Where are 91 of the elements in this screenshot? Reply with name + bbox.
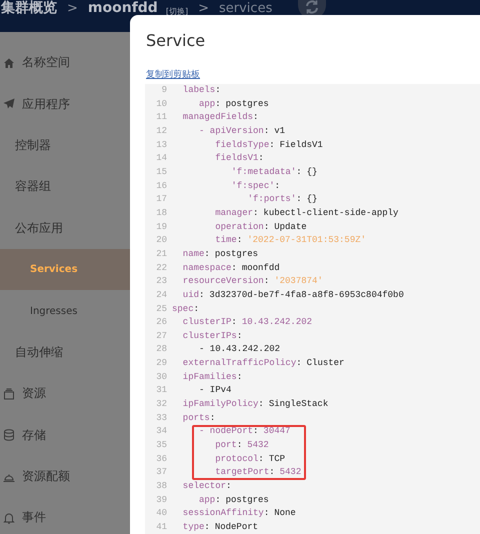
copy-to-clipboard-link[interactable]: 复制到剪贴板	[146, 68, 200, 81]
line-number: 36	[155, 452, 167, 466]
bell-icon	[3, 512, 15, 524]
sidebar-item[interactable]: 名称空间	[0, 42, 130, 84]
line-number: 39	[155, 494, 167, 507]
sidebar-item[interactable]: 容器组	[0, 166, 130, 208]
code-line: clusterIPs:	[182, 330, 244, 343]
code-line: ports:	[182, 412, 216, 425]
sidebar-item[interactable]: 应用程序	[0, 83, 130, 125]
line-number: 9	[160, 84, 167, 97]
line-number: 38	[155, 480, 167, 494]
line-number: 21	[155, 248, 167, 261]
code-line: targetPort: 5432	[214, 466, 302, 480]
db-icon	[3, 429, 15, 442]
sidebar-item[interactable]: 存储	[0, 414, 130, 456]
code-line: - apiVersion: v1	[198, 124, 286, 138]
code-line: clusterIP: 10.43.242.202	[182, 316, 312, 330]
dialog-title: Service	[146, 31, 206, 50]
line-number: 32	[155, 398, 167, 412]
code-line: fieldsV1:	[214, 152, 265, 166]
code-line: - IPv4	[198, 384, 232, 398]
sidebar-item[interactable]: 公布应用	[0, 208, 130, 249]
code-line: namespace: moonfdd	[182, 262, 280, 275]
line-number: 17	[155, 193, 167, 206]
line-number: 41	[155, 521, 167, 534]
box-icon	[3, 388, 15, 400]
line-number: 31	[155, 384, 167, 398]
line-number: 28	[155, 343, 167, 356]
code-line: app: postgres	[198, 494, 269, 507]
code-line: port: 5432	[214, 439, 269, 452]
code-line: labels:	[182, 84, 222, 97]
breadcrumb-separator: >	[198, 1, 209, 16]
line-number: 18	[155, 206, 167, 220]
line-number: 10	[155, 98, 167, 111]
line-number: 19	[155, 220, 167, 234]
sidebar-item[interactable]: 自动伸缩	[0, 332, 130, 374]
line-number: 13	[155, 138, 167, 152]
code-line: resourceVersion: '2037874'	[182, 275, 323, 288]
breadcrumb-item[interactable]: 集群概览	[1, 1, 57, 16]
line-number: 35	[155, 439, 167, 452]
code-line: spec:	[172, 302, 200, 316]
breadcrumb-separator: >	[67, 1, 78, 16]
sidebar-item[interactable]: 资源	[0, 373, 130, 415]
code-line: - nodePort: 30447	[198, 425, 290, 438]
sidebar-item[interactable]: Services	[0, 248, 130, 290]
line-number: 16	[155, 180, 167, 193]
line-number: 24	[155, 288, 167, 302]
code-line: operation: Update	[214, 220, 307, 234]
line-number: 27	[155, 330, 167, 343]
breadcrumb-item[interactable]: moonfdd	[88, 1, 158, 16]
line-number: 12	[155, 124, 167, 138]
code-line: 'f:ports': {}	[246, 193, 318, 206]
code-line: ipFamilyPolicy: SingleStack	[182, 398, 328, 412]
line-number: 23	[155, 275, 167, 288]
code-line: name: postgres	[182, 248, 258, 261]
line-number: 25	[155, 302, 167, 316]
line-number: 14	[155, 152, 167, 166]
line-number: 29	[155, 357, 167, 370]
code-line: - 10.43.242.202	[198, 343, 280, 356]
code-line: uid: 3d32370d-be7f-4fa8-a8f8-6953c804f0b0	[182, 288, 404, 302]
code-line: fieldsType: FieldsV1	[214, 138, 323, 152]
plane-icon	[3, 98, 15, 110]
switch-link[interactable]: [切换]	[166, 4, 188, 19]
line-number: 34	[155, 425, 167, 438]
code-line: 'f:metadata': {}	[230, 166, 318, 179]
code-line: ipFamilies:	[182, 370, 244, 384]
line-number: 37	[155, 466, 167, 480]
line-number: 20	[155, 234, 167, 248]
code-line: time: '2022-07-31T01:53:59Z'	[214, 234, 366, 248]
sidebar-item[interactable]: 资源配额	[0, 456, 130, 498]
sidebar-item[interactable]: Ingresses	[0, 290, 130, 332]
sidebar-item[interactable]: 事件	[0, 497, 130, 534]
home-icon	[3, 56, 15, 69]
code-line: selector:	[182, 480, 232, 494]
line-number: 22	[155, 262, 167, 275]
code-line: sessionAffinity: None	[182, 507, 296, 520]
code-line: protocol: TCP	[214, 452, 286, 466]
line-number: 33	[155, 412, 167, 425]
code-line: type: NodePort	[182, 521, 258, 534]
line-number: 30	[155, 370, 167, 384]
line-number: 15	[155, 166, 167, 179]
line-number: 26	[155, 316, 167, 330]
code-line: externalTrafficPolicy: Cluster	[182, 357, 344, 370]
line-number: 11	[155, 111, 167, 124]
code-line: manager: kubectl-client-side-apply	[214, 206, 398, 220]
line-number: 40	[155, 507, 167, 520]
code-line: 'f:spec':	[230, 180, 282, 193]
code-line: managedFields:	[182, 111, 260, 124]
sidebar-item[interactable]: 控制器	[0, 124, 130, 166]
breadcrumb-item[interactable]: services	[219, 1, 272, 16]
code-line: app: postgres	[198, 98, 269, 111]
